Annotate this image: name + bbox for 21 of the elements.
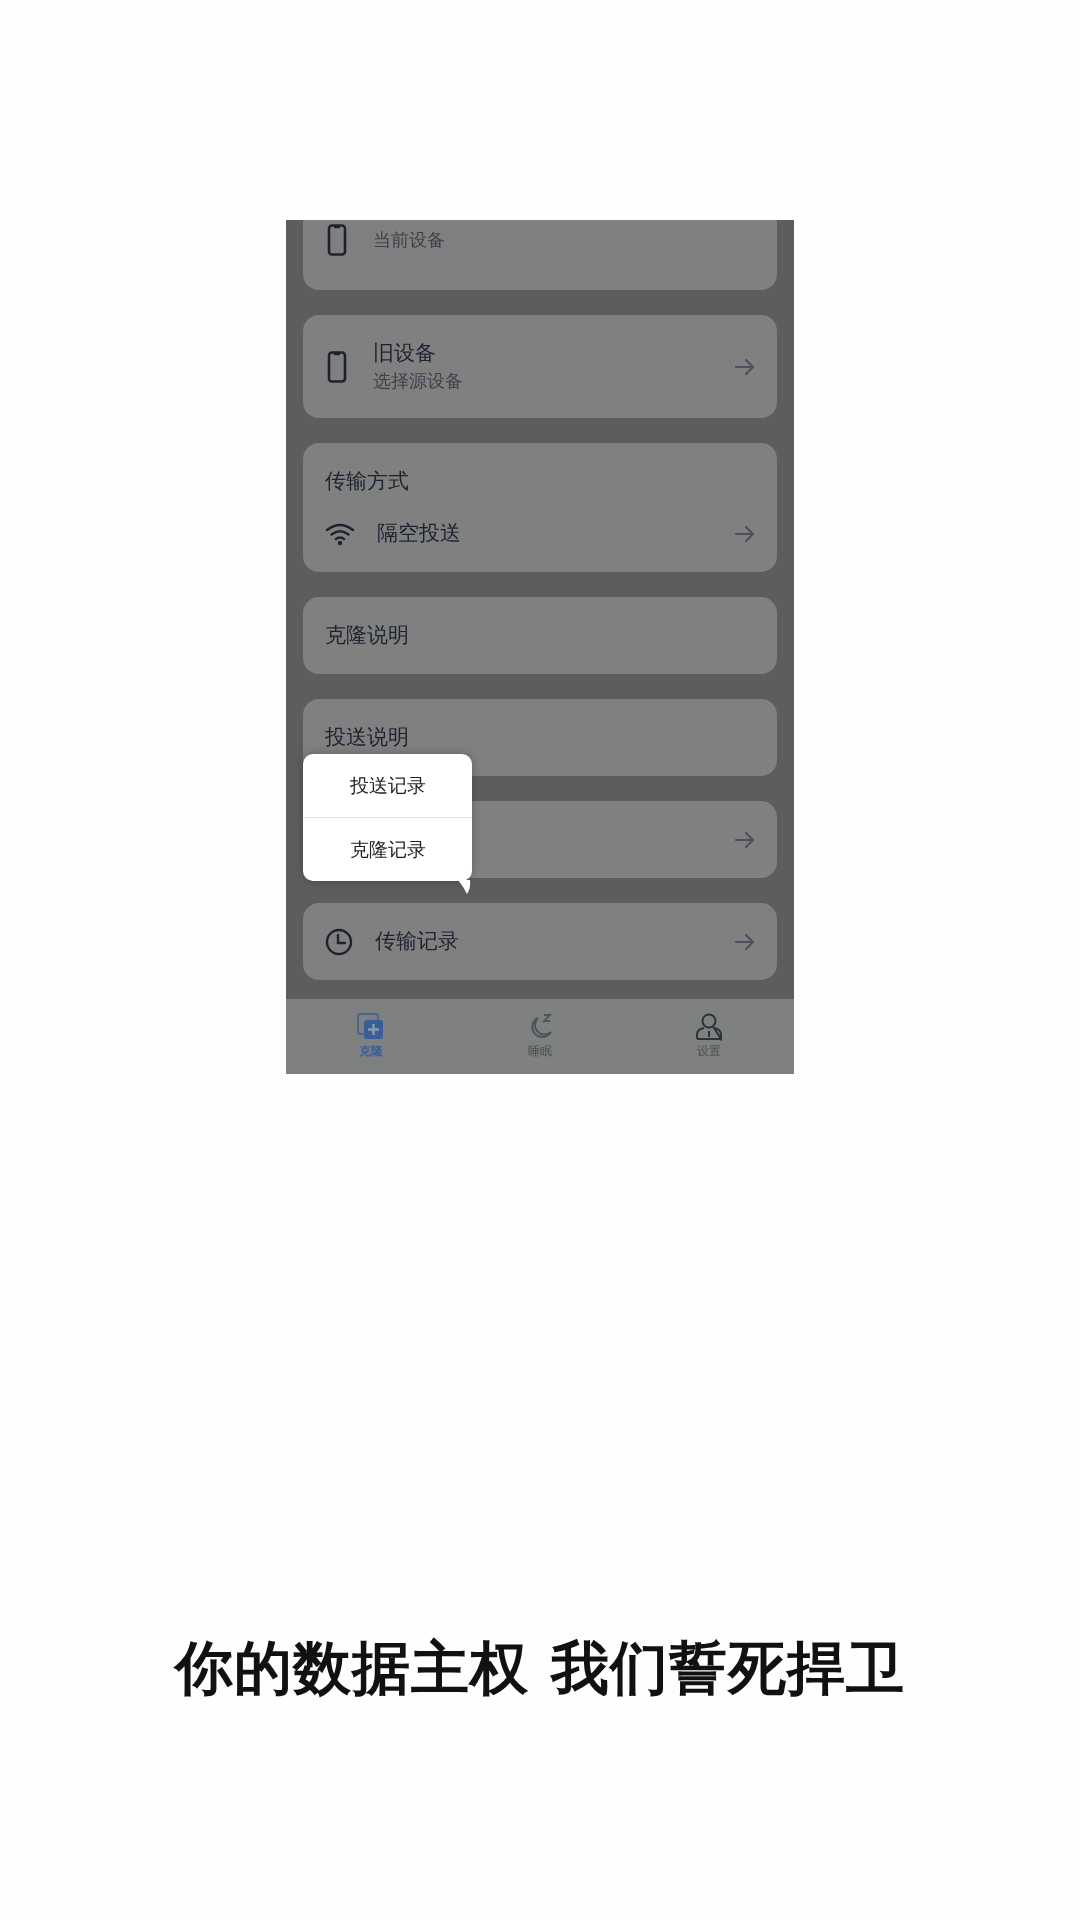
tagline: 你的数据主权 我们誓死捍卫 — [175, 1633, 905, 1704]
card-title: 投送说明 — [325, 723, 409, 751]
card-background[interactable]: 传输方式 隔空投送 — [303, 443, 777, 572]
clock-icon — [325, 927, 353, 956]
card-title: 旧设备 — [373, 340, 437, 368]
wifi-icon — [325, 521, 355, 547]
phone-icon — [327, 224, 347, 256]
card-background[interactable]: 当前设备 — [303, 220, 777, 290]
card-subtitle: 选择源设备 — [373, 369, 463, 393]
card-background[interactable]: 旧设备 选择源设备 — [303, 315, 777, 418]
card-subtitle: 当前设备 — [373, 228, 445, 252]
card-title: 传输方式 — [325, 467, 410, 495]
add-copy-icon — [356, 1013, 385, 1041]
phone-icon — [327, 350, 347, 383]
card-title: 传输记录 — [375, 927, 459, 955]
card-background[interactable]: 投送说明 — [303, 699, 777, 776]
card-title: 克隆说明 — [325, 621, 409, 649]
method-option[interactable]: 隔空投送 — [377, 519, 461, 548]
person-icon — [695, 1013, 724, 1041]
card-background[interactable]: 克隆说明 — [303, 597, 777, 674]
card-background[interactable]: 传输记录 — [303, 903, 777, 980]
